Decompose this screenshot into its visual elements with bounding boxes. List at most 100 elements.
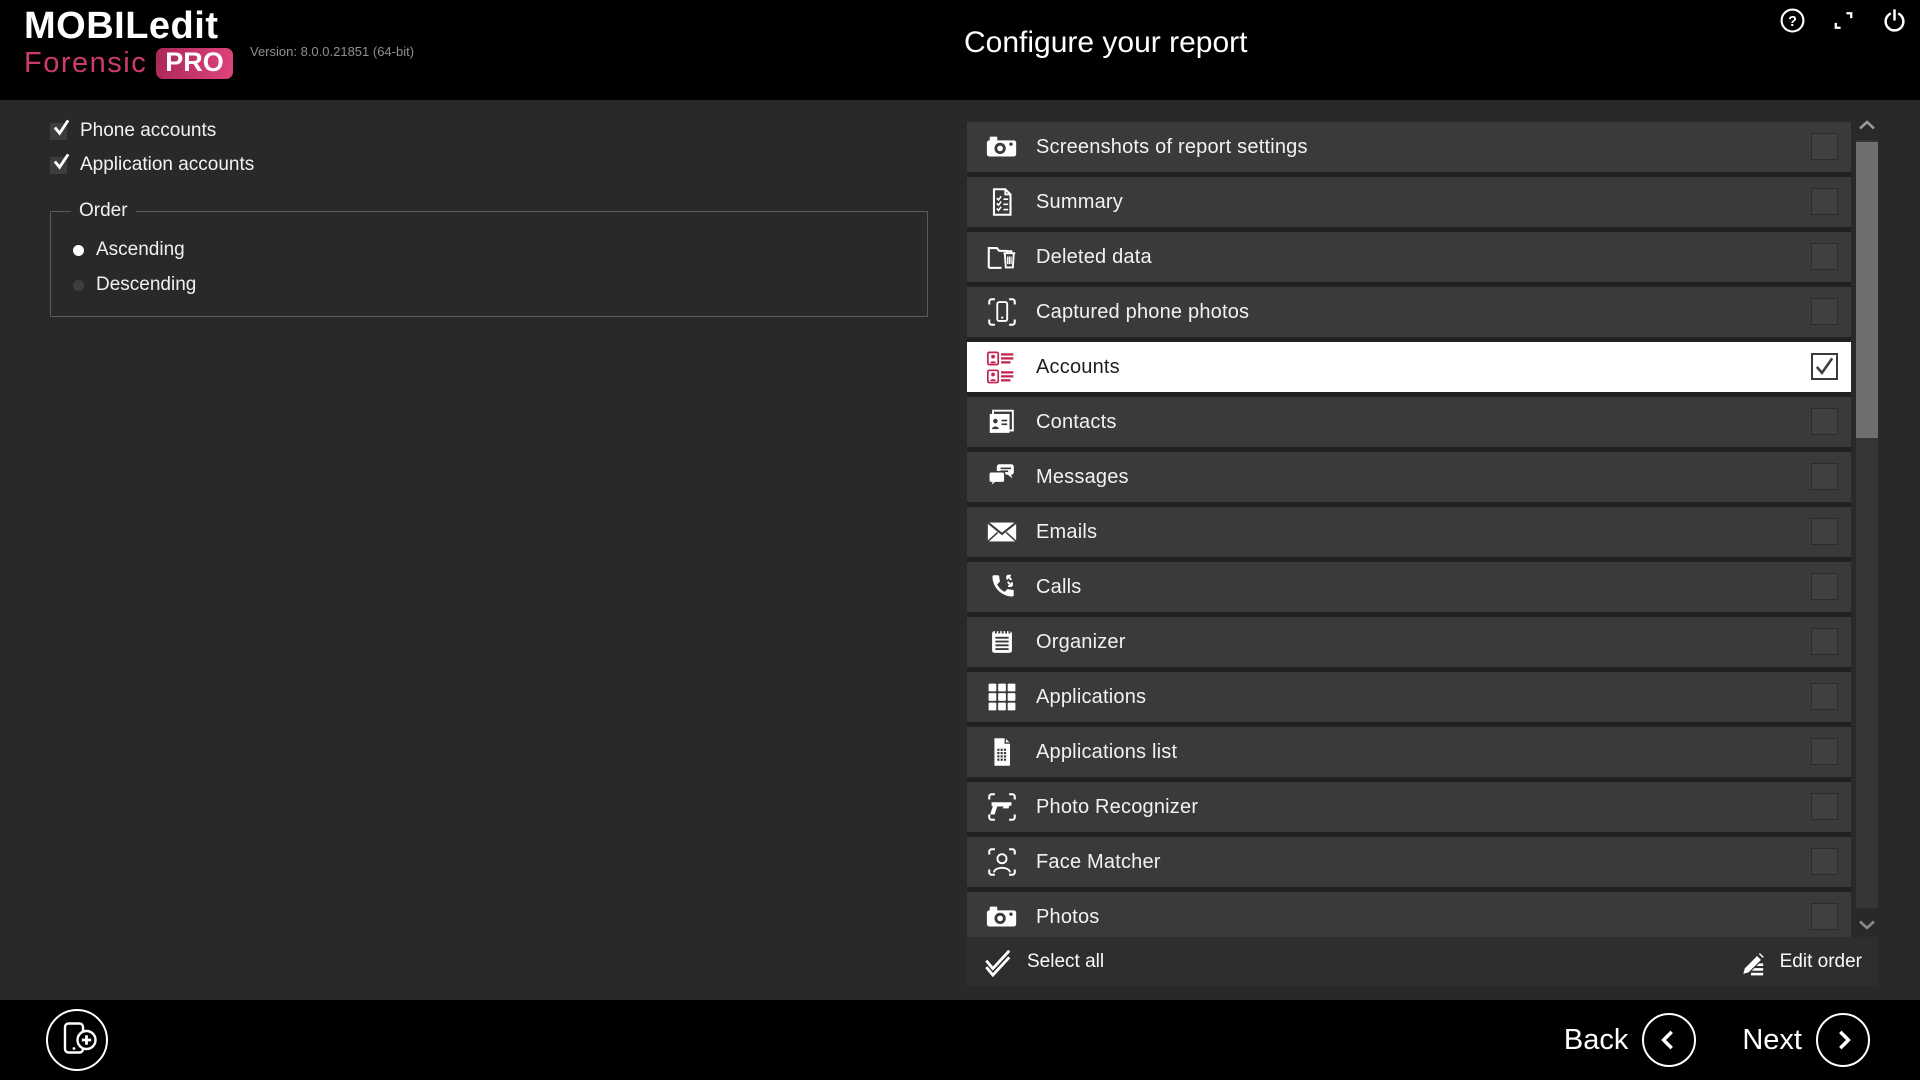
report-item-label: Contacts [1036,411,1117,434]
emails-icon [983,513,1021,551]
report-item-deleted-data[interactable]: Deleted data [967,232,1851,282]
report-item-messages[interactable]: Messages [967,452,1851,502]
deleted-data-icon [983,238,1021,276]
applications-list-icon [983,733,1021,771]
report-item-checkbox[interactable] [1811,188,1838,215]
app-window: MOBILedit Forensic PRO Version: 8.0.0.21… [0,0,1920,1080]
report-item-label: Photo Recognizer [1036,796,1198,819]
report-item-checkbox[interactable] [1811,243,1838,270]
report-item-label: Organizer [1036,631,1126,654]
radio-label: Descending [96,274,196,296]
add-phone-icon [55,1018,99,1062]
next-label: Next [1742,1024,1802,1057]
report-item-applications[interactable]: Applications [967,672,1851,722]
mobiledit-logo: MOBILedit Forensic PRO [24,7,233,79]
report-item-checkbox[interactable] [1811,903,1838,930]
report-item-applications-list[interactable]: Applications list [967,727,1851,777]
report-item-photos[interactable]: Photos [967,892,1851,937]
order-group-label: Order [71,200,136,222]
messages-icon [983,458,1021,496]
logo-subtitle: Forensic PRO [24,48,233,79]
restore-window-icon[interactable] [1830,7,1857,34]
camera-icon [983,898,1021,936]
footer-bar: Back Next [0,1000,1920,1080]
checkbox-phone-accounts[interactable]: Phone accounts [50,114,930,148]
checkbox-box[interactable] [50,123,67,140]
report-item-checkbox[interactable] [1811,408,1838,435]
logo-pro-badge: PRO [156,48,233,79]
version-label: Version: 8.0.0.21851 (64-bit) [250,44,414,59]
edit-order-button[interactable]: Edit order [1736,947,1862,977]
checkbox-box[interactable] [50,157,67,174]
report-list: Screenshots of report settings Summary Del… [967,122,1851,937]
report-item-photo-recognizer[interactable]: Photo Recognizer [967,782,1851,832]
applications-grid-icon [983,678,1021,716]
calls-icon [983,568,1021,606]
account-type-checkboxes: Phone accountsApplication accounts [50,114,930,182]
edit-order-label: Edit order [1780,951,1862,973]
report-item-label: Face Matcher [1036,851,1161,874]
scroll-up-icon[interactable] [1857,118,1877,132]
report-item-face-matcher[interactable]: Face Matcher [967,837,1851,887]
report-item-label: Photos [1036,906,1099,929]
report-item-label: Summary [1036,191,1123,214]
logo-title: MOBILedit [24,7,233,45]
report-item-accounts[interactable]: Accounts [967,342,1851,392]
report-item-label: Accounts [1036,356,1120,379]
report-item-checkbox[interactable] [1811,683,1838,710]
next-button[interactable] [1816,1013,1870,1067]
checkbox-application-accounts[interactable]: Application accounts [50,148,930,182]
report-item-checkbox[interactable] [1811,573,1838,600]
report-item-label: Screenshots of report settings [1036,136,1308,159]
report-item-checkbox[interactable] [1811,793,1838,820]
help-icon[interactable]: ? [1779,7,1806,34]
report-item-checkbox[interactable] [1811,133,1838,160]
report-item-calls[interactable]: Calls [967,562,1851,612]
radio-dot[interactable] [73,280,84,291]
scroll-down-icon[interactable] [1857,918,1877,932]
organizer-icon [983,623,1021,661]
report-item-checkbox[interactable] [1811,298,1838,325]
navigation: Back Next [1564,1000,1870,1080]
captured-phone-icon [983,293,1021,331]
report-item-label: Applications list [1036,741,1177,764]
add-phone-button[interactable] [46,1009,108,1071]
face-matcher-icon [983,843,1021,881]
report-item-label: Calls [1036,576,1081,599]
page-title: Configure your report [964,26,1247,60]
scrollbar-thumb[interactable] [1856,142,1878,438]
report-item-checkbox[interactable] [1811,848,1838,875]
report-item-organizer[interactable]: Organizer [967,617,1851,667]
report-item-checkbox[interactable] [1811,463,1838,490]
edit-order-icon [1736,947,1766,977]
logo-forensic: Forensic [24,49,147,78]
report-item-emails[interactable]: Emails [967,507,1851,557]
report-item-checkbox[interactable] [1811,518,1838,545]
report-item-checkbox[interactable] [1811,628,1838,655]
radio-descending[interactable]: Descending [73,273,927,297]
select-all-label: Select all [1027,951,1104,973]
radio-ascending[interactable]: Ascending [73,238,927,262]
camera-icon [983,128,1021,166]
list-scrollbar[interactable] [1856,118,1878,936]
back-button[interactable] [1642,1013,1696,1067]
summary-document-icon [983,183,1021,221]
list-actions-bar: Select all Edit order [967,937,1878,986]
report-item-checkbox[interactable] [1811,353,1838,380]
report-item-contacts[interactable]: Contacts [967,397,1851,447]
report-item-label: Applications [1036,686,1146,709]
radio-label: Ascending [96,239,185,261]
contacts-icon [983,403,1021,441]
report-item-summary[interactable]: Summary [967,177,1851,227]
report-item-checkbox[interactable] [1811,738,1838,765]
chevron-right-icon [1830,1027,1856,1053]
report-item-label: Emails [1036,521,1097,544]
back-label: Back [1564,1024,1628,1057]
report-item-screenshots-of-report-settings[interactable]: Screenshots of report settings [967,122,1851,172]
report-item-captured-phone-photos[interactable]: Captured phone photos [967,287,1851,337]
order-options: Ascending Descending [51,238,927,297]
scrollbar-track[interactable] [1856,140,1878,908]
select-all-button[interactable]: Select all [983,947,1104,977]
power-icon[interactable] [1881,7,1908,34]
radio-dot[interactable] [73,245,84,256]
